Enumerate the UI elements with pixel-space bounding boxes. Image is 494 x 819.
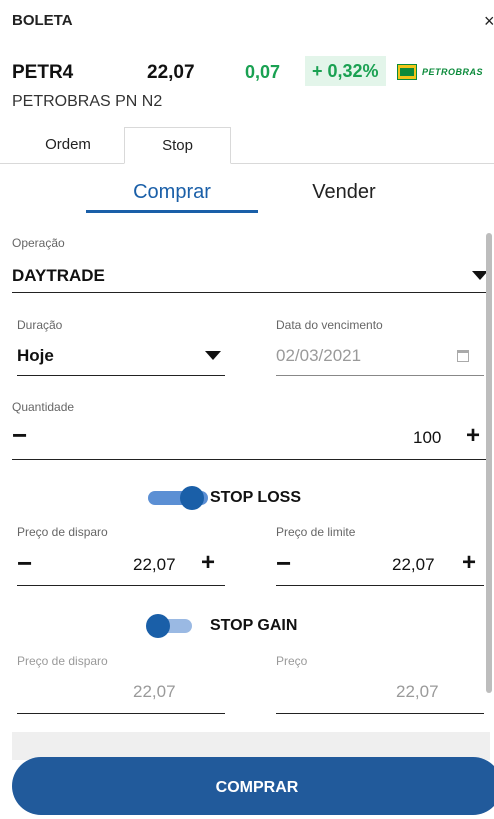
page-title: BOLETA xyxy=(12,12,73,29)
operacao-underline xyxy=(12,292,490,293)
duracao-label: Duração xyxy=(17,318,63,332)
chevron-down-icon[interactable] xyxy=(205,351,221,360)
vencimento-underline xyxy=(276,375,484,376)
last-price: 22,07 xyxy=(147,62,195,83)
petrobras-logo-icon xyxy=(397,64,417,80)
price-change-percent-badge: + 0,32% xyxy=(305,56,386,86)
calendar-icon[interactable] xyxy=(457,350,469,362)
stop-gain-label: STOP GAIN xyxy=(210,617,298,634)
stop-gain-preco-label: Preço xyxy=(276,654,308,668)
stop-gain-disparo-label: Preço de disparo xyxy=(17,654,108,668)
active-side-indicator xyxy=(86,210,258,213)
summary-strip xyxy=(12,732,490,760)
submit-buy-button[interactable]: COMPRAR xyxy=(12,757,494,815)
quantity-input[interactable]: 100 xyxy=(413,428,441,448)
quantity-decrement-button[interactable]: − xyxy=(12,422,27,448)
stop-loss-limite-underline xyxy=(276,585,484,586)
stop-loss-label: STOP LOSS xyxy=(210,489,301,506)
toggle-knob xyxy=(146,614,170,638)
buy-side-tab[interactable]: Comprar xyxy=(86,181,258,204)
stop-loss-disparo-increment-button[interactable]: + xyxy=(201,551,215,575)
company-logo: PETROBRAS xyxy=(397,62,494,82)
tab-ordem[interactable]: Ordem xyxy=(12,127,124,164)
stop-loss-limite-label: Preço de limite xyxy=(276,525,356,539)
logo-text: PETROBRAS xyxy=(422,67,484,77)
price-change: 0,07 xyxy=(245,62,281,82)
stop-gain-preco-underline xyxy=(276,713,484,714)
quantidade-label: Quantidade xyxy=(12,400,75,414)
duracao-underline xyxy=(17,375,225,376)
toggle-knob xyxy=(180,486,204,510)
tab-stop[interactable]: Stop xyxy=(124,127,231,164)
close-icon[interactable]: × xyxy=(484,12,494,30)
sell-side-tab[interactable]: Vender xyxy=(258,181,430,204)
operacao-select[interactable]: DAYTRADE xyxy=(12,266,105,286)
quantity-increment-button[interactable]: + xyxy=(466,424,480,448)
stop-loss-disparo-input[interactable]: 22,07 xyxy=(133,555,176,575)
stop-gain-disparo-input[interactable]: 22,07 xyxy=(133,682,176,702)
duracao-select[interactable]: Hoje xyxy=(17,346,54,366)
stop-gain-toggle[interactable] xyxy=(140,614,200,638)
stop-gain-preco-input[interactable]: 22,07 xyxy=(396,682,439,702)
stop-loss-limite-decrement-button[interactable]: − xyxy=(276,550,291,576)
operacao-label: Operação xyxy=(12,236,65,250)
company-name: PETROBRAS PN N2 xyxy=(12,93,163,110)
stop-loss-disparo-decrement-button[interactable]: − xyxy=(17,550,32,576)
scrollbar-thumb[interactable] xyxy=(486,233,492,693)
stop-loss-limite-increment-button[interactable]: + xyxy=(462,551,476,575)
stop-loss-toggle[interactable] xyxy=(148,486,208,510)
vencimento-field[interactable]: 02/03/2021 xyxy=(276,346,361,366)
stop-loss-disparo-underline xyxy=(17,585,225,586)
stop-loss-disparo-label: Preço de disparo xyxy=(17,525,108,539)
stop-loss-limite-input[interactable]: 22,07 xyxy=(392,555,435,575)
stop-gain-disparo-underline xyxy=(17,713,225,714)
quantidade-underline xyxy=(12,459,490,460)
ticker-symbol: PETR4 xyxy=(12,62,74,83)
vencimento-label: Data do vencimento xyxy=(276,318,383,332)
